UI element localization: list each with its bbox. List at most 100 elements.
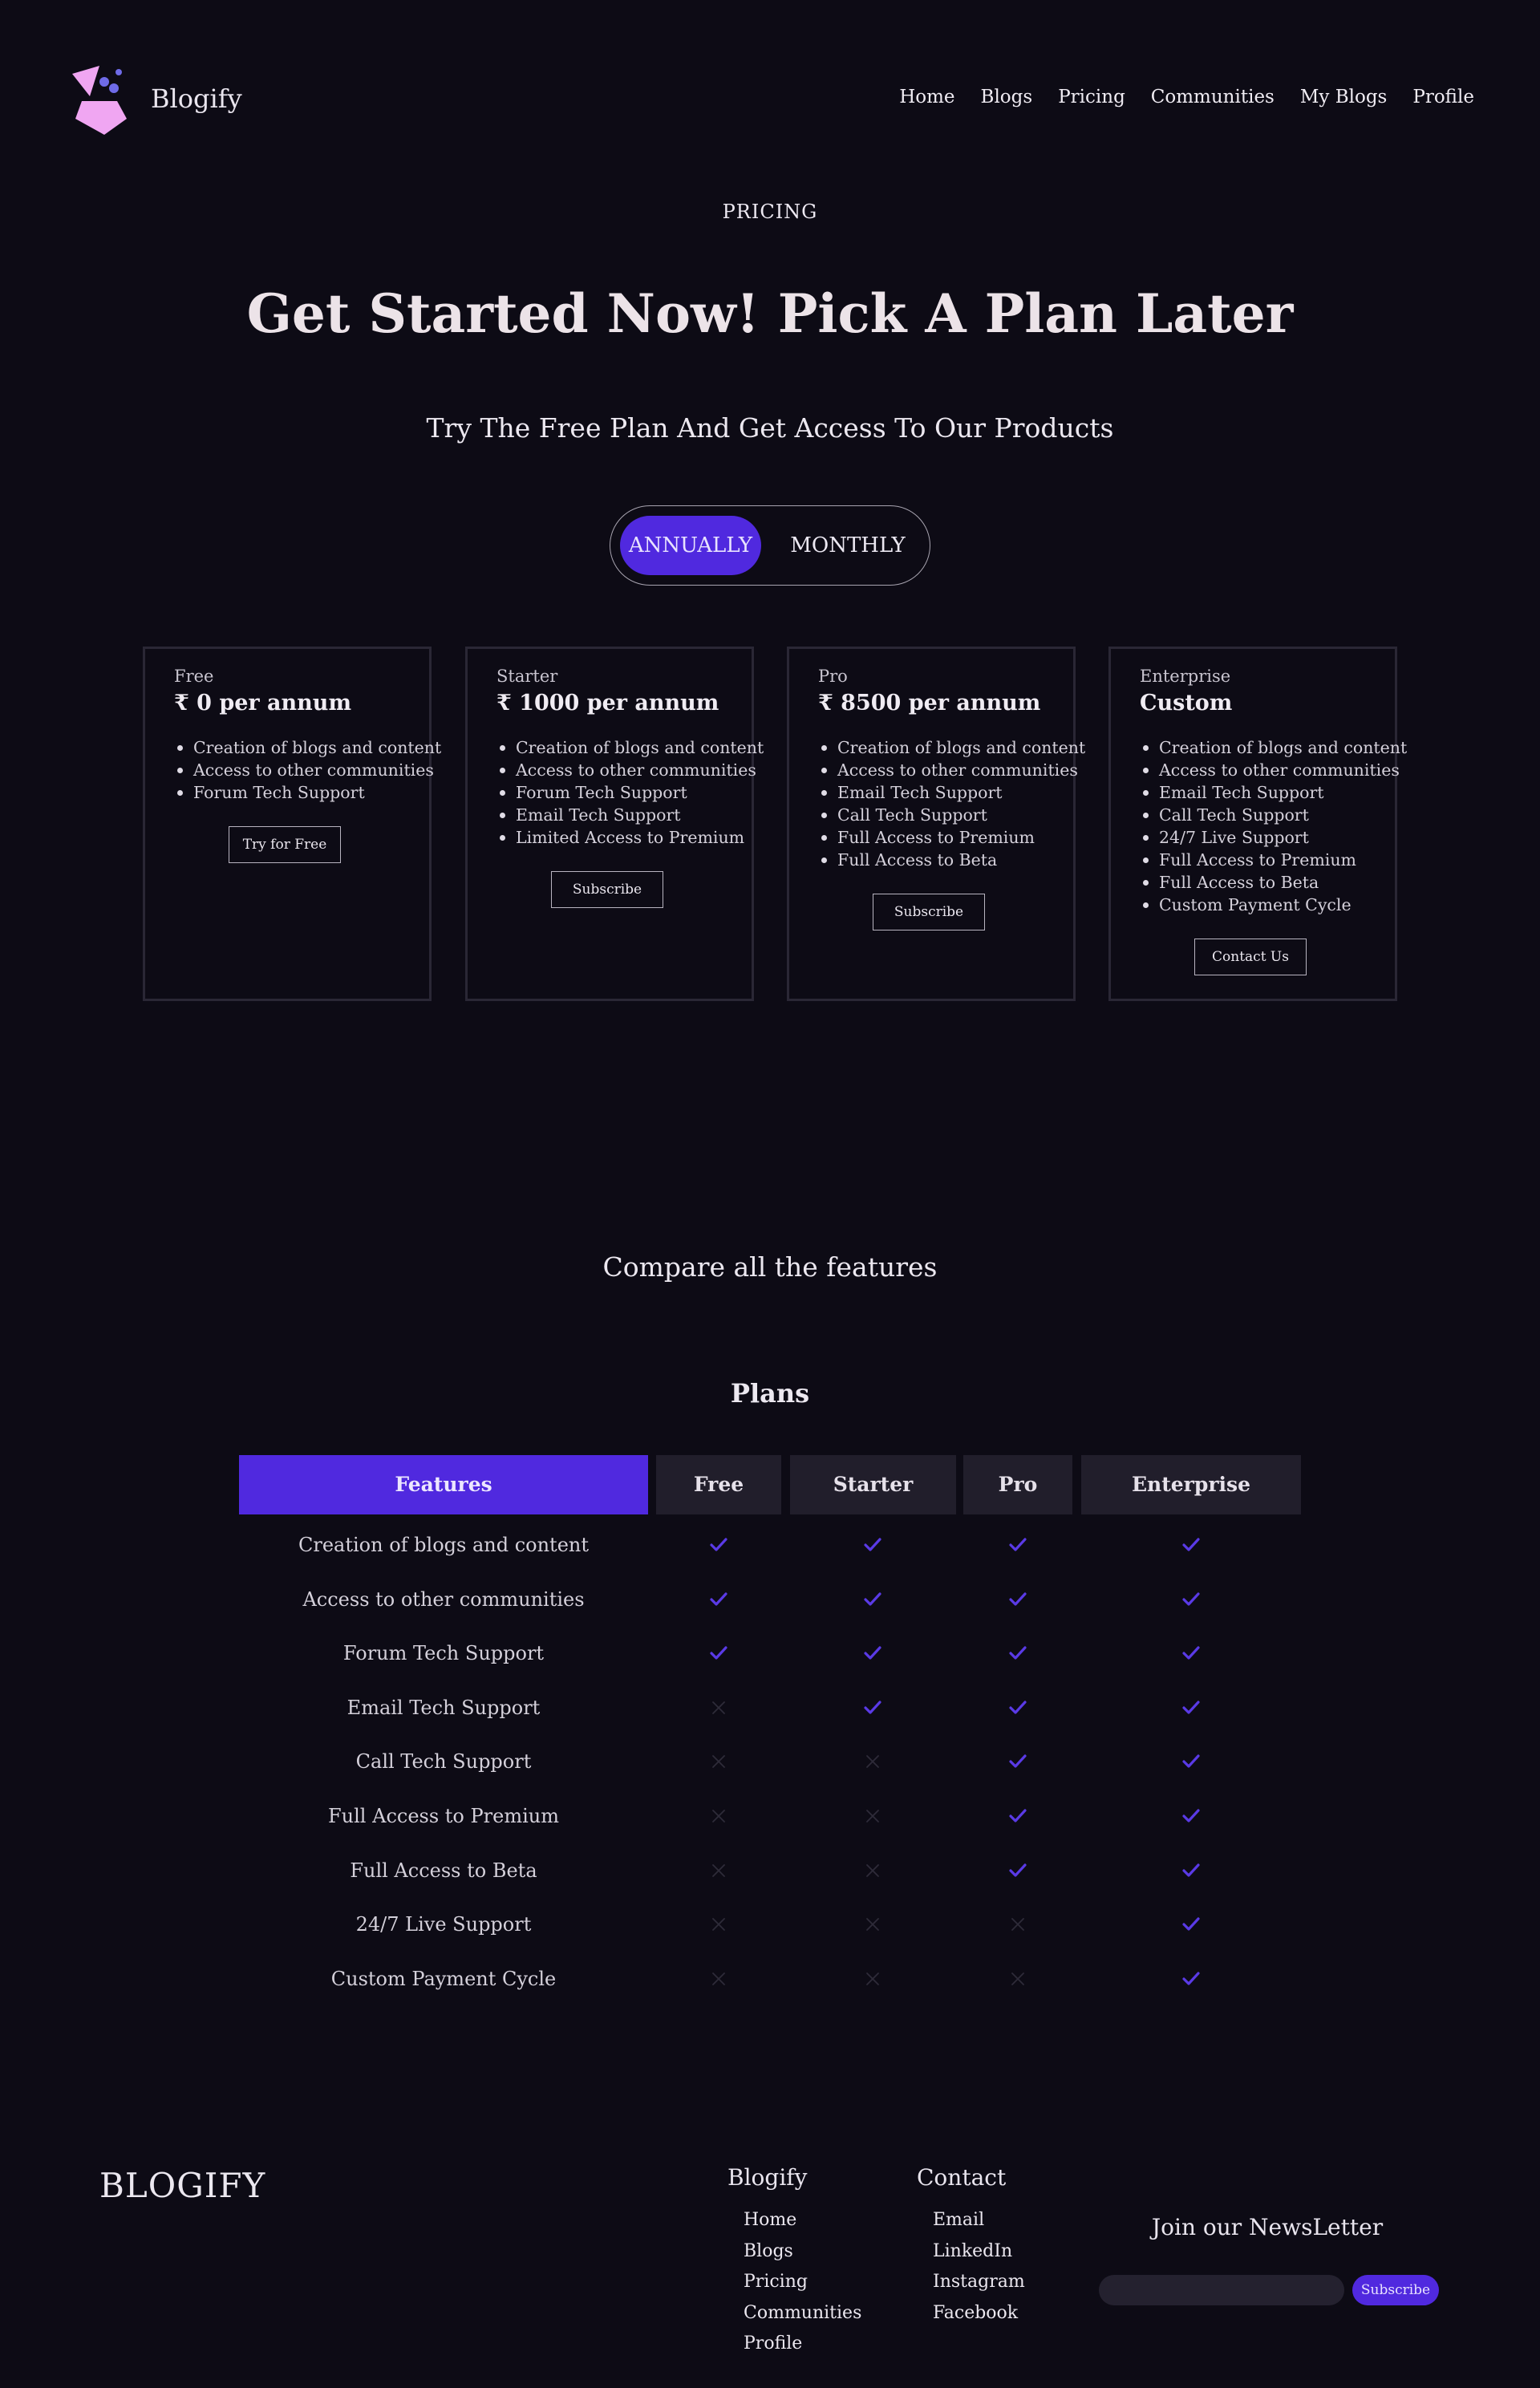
- check-icon: [864, 1591, 881, 1606]
- plan-feature: Access to other communities: [821, 759, 1078, 781]
- feature-name: Creation of blogs and content: [298, 1534, 589, 1556]
- subscribe-pro-button[interactable]: Subscribe: [873, 894, 985, 930]
- contact-us-button[interactable]: Contact Us: [1194, 939, 1307, 975]
- check-icon: [1182, 1701, 1200, 1714]
- toggle-annually[interactable]: ANNUALLY: [620, 516, 761, 575]
- plan-feature: Access to other communities: [500, 759, 756, 781]
- plan-feature: Email Tech Support: [821, 781, 1073, 804]
- plan-feature: Access to other communities: [1143, 759, 1400, 781]
- table-row: Creation of blogs and content: [0, 1529, 1540, 1583]
- table-row: Full Access to Beta: [0, 1855, 1540, 1908]
- plan-feature: Email Tech Support: [500, 804, 752, 826]
- nav-home[interactable]: Home: [899, 87, 954, 107]
- footer-link-home[interactable]: Home: [744, 2205, 861, 2236]
- footer-link-communities[interactable]: Communities: [744, 2298, 861, 2329]
- check-icon: [1182, 1538, 1200, 1551]
- nav-profile[interactable]: Profile: [1412, 87, 1474, 107]
- plan-price: Custom: [1140, 691, 1233, 716]
- check-icon: [864, 1701, 881, 1714]
- plan-feature-list: Creation of blogs and content Access to …: [1140, 736, 1407, 916]
- plan-price: ₹ 8500 per annum: [818, 691, 1041, 716]
- check-icon: [1009, 1701, 1027, 1714]
- newsletter-subscribe-button[interactable]: Subscribe: [1352, 2275, 1439, 2305]
- footer-link-linkedin[interactable]: LinkedIn: [933, 2236, 1025, 2268]
- plan-feature: Custom Payment Cycle: [1143, 894, 1395, 916]
- cross-icon: [712, 1810, 725, 1822]
- plan-feature: Limited Access to Premium: [500, 826, 752, 849]
- feature-name: Email Tech Support: [346, 1696, 541, 1719]
- compare-title: Compare all the features: [602, 1251, 938, 1283]
- footer-links: Email LinkedIn Instagram Facebook: [917, 2205, 1025, 2329]
- try-for-free-button[interactable]: Try for Free: [229, 826, 341, 863]
- plan-card-enterprise: Enterprise Custom Creation of blogs and …: [1108, 647, 1407, 1001]
- check-icon: [864, 1538, 881, 1551]
- blogify-logo-icon[interactable]: [71, 66, 130, 135]
- plan-feature: Full Access to Premium: [1143, 849, 1395, 871]
- check-icon: [1009, 1863, 1027, 1877]
- nav-communities[interactable]: Communities: [1151, 87, 1275, 107]
- plan-card-starter: Starter ₹ 1000 per annum Creation of blo…: [465, 647, 764, 1001]
- nav-my-blogs[interactable]: My Blogs: [1300, 87, 1388, 107]
- check-icon: [1009, 1591, 1027, 1606]
- cross-icon: [712, 1863, 725, 1877]
- footer-heading: Contact: [917, 2164, 1007, 2191]
- check-icon: [1009, 1754, 1027, 1768]
- cross-icon: [712, 1918, 725, 1932]
- brand-name[interactable]: Blogify: [151, 83, 242, 114]
- newsletter-email-input[interactable]: [1099, 2275, 1344, 2305]
- subscribe-starter-button[interactable]: Subscribe: [551, 871, 663, 908]
- plan-feature: Call Tech Support: [821, 804, 1073, 826]
- table-row: Access to other communities: [0, 1583, 1540, 1637]
- footer-link-pricing[interactable]: Pricing: [744, 2267, 861, 2298]
- footer-brand[interactable]: BLOGIFY: [99, 2166, 265, 2205]
- nav-pricing[interactable]: Pricing: [1058, 87, 1125, 107]
- plan-feature: 24/7 Live Support: [1143, 826, 1395, 849]
- check-icon: [1009, 1538, 1027, 1551]
- footer-link-email[interactable]: Email: [933, 2205, 1025, 2236]
- feature-name: Custom Payment Cycle: [330, 1967, 557, 1990]
- feature-name: 24/7 Live Support: [355, 1913, 532, 1936]
- column-header-free: Free: [656, 1455, 781, 1514]
- table-row: 24/7 Live Support: [0, 1908, 1540, 1962]
- footer-link-instagram[interactable]: Instagram: [933, 2267, 1025, 2298]
- cross-icon: [1011, 1918, 1024, 1932]
- billing-toggle: ANNUALLY MONTHLY: [610, 505, 930, 586]
- feature-name: Full Access to Beta: [350, 1859, 537, 1882]
- check-icon: [1182, 1754, 1200, 1768]
- toggle-monthly[interactable]: MONTHLY: [776, 516, 920, 575]
- footer-link-facebook[interactable]: Facebook: [933, 2298, 1025, 2329]
- column-header-enterprise: Enterprise: [1081, 1455, 1301, 1514]
- feature-name: Access to other communities: [302, 1587, 585, 1611]
- check-icon: [1182, 1917, 1200, 1931]
- cross-icon: [1011, 1972, 1024, 1985]
- footer-column-blogify: Blogify Home Blogs Pricing Communities P…: [727, 2164, 861, 2360]
- plan-feature: Full Access to Beta: [1143, 871, 1395, 894]
- plan-cards: Free ₹ 0 per annum Creation of blogs and…: [143, 647, 1407, 1001]
- plan-feature: Creation of blogs and content: [821, 736, 1085, 759]
- plan-name: Pro: [818, 667, 848, 686]
- table-row: Custom Payment Cycle: [0, 1963, 1540, 2017]
- cross-icon: [866, 1810, 879, 1822]
- pricing-eyebrow: PRICING: [722, 201, 818, 223]
- column-header-starter: Starter: [790, 1455, 956, 1514]
- plans-table-title: Plans: [730, 1378, 810, 1409]
- page-title: Get Started Now! Pick A Plan Later: [246, 282, 1294, 345]
- check-icon: [1182, 1809, 1200, 1822]
- plan-card-pro: Pro ₹ 8500 per annum Creation of blogs a…: [787, 647, 1085, 1001]
- plan-card-free: Free ₹ 0 per annum Creation of blogs and…: [143, 647, 441, 1001]
- check-icon: [710, 1538, 727, 1551]
- nav-blogs[interactable]: Blogs: [981, 87, 1033, 107]
- footer-link-profile[interactable]: Profile: [744, 2329, 861, 2360]
- table-row: Call Tech Support: [0, 1745, 1540, 1799]
- plan-price: ₹ 1000 per annum: [496, 691, 719, 716]
- footer-links: Home Blogs Pricing Communities Profile: [727, 2205, 861, 2360]
- footer-heading: Blogify: [727, 2164, 808, 2191]
- cross-icon: [712, 1755, 725, 1769]
- footer-link-blogs[interactable]: Blogs: [744, 2236, 861, 2268]
- plan-feature: Full Access to Beta: [821, 849, 1073, 871]
- plan-feature: Call Tech Support: [1143, 804, 1395, 826]
- plan-feature-list: Creation of blogs and content Access to …: [174, 736, 441, 804]
- plan-feature: Full Access to Premium: [821, 826, 1073, 849]
- cross-icon: [712, 1701, 725, 1714]
- check-icon: [1182, 1646, 1200, 1660]
